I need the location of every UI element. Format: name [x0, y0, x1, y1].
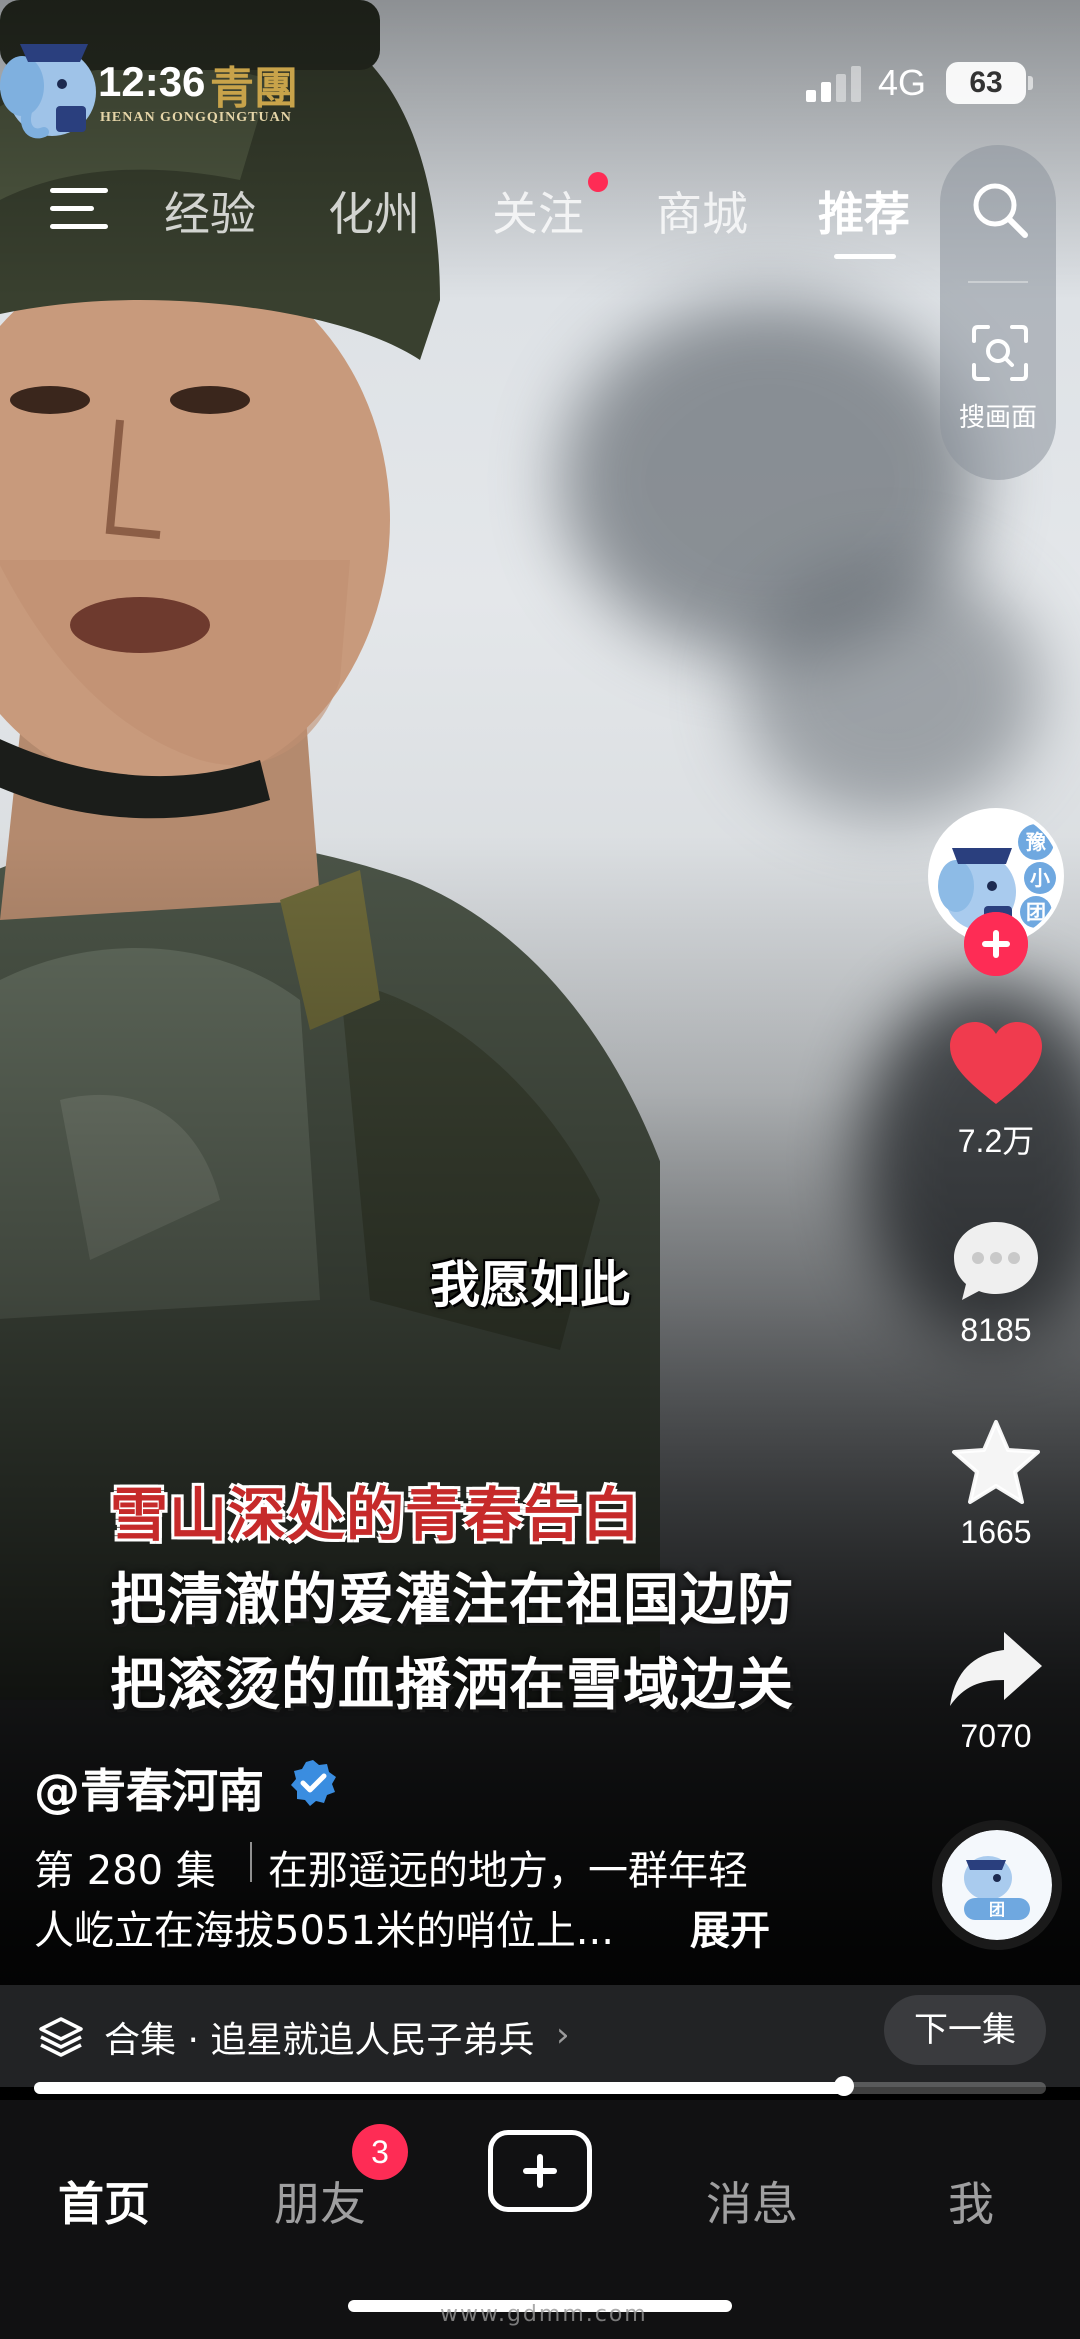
share-button[interactable]: 7070: [930, 1628, 1062, 1755]
site-watermark: www.gdmm.com: [440, 2302, 648, 2327]
comment-icon: [954, 1222, 1038, 1300]
comment-button[interactable]: 8185: [930, 1218, 1062, 1349]
description-line-1: 在那遥远的地方，一群年轻: [268, 1848, 748, 1894]
background-cloud: [740, 560, 1040, 820]
top-nav: 经验 化州 关注 商城 推荐: [0, 160, 1080, 260]
elephant-mascot-logo: [0, 44, 96, 139]
plus-icon-vertical: [537, 2154, 543, 2188]
tab-recommend[interactable]: 推荐: [818, 178, 910, 244]
episode-number: 第 280 集: [34, 1848, 216, 1894]
search-icon[interactable]: [970, 180, 1030, 240]
collection-label[interactable]: 合集 · 追星就追人民子弟兵: [104, 2011, 534, 2063]
avatar-char-3: 团: [1026, 900, 1046, 924]
next-episode-button[interactable]: 下一集: [884, 1995, 1046, 2065]
chevron-right-icon: ›: [556, 2015, 570, 2055]
expand-link[interactable]: 展开: [690, 1898, 770, 1956]
share-count: 7070: [960, 1718, 1032, 1754]
friends-badge: 3: [352, 2124, 408, 2180]
avatar-char-2: 小: [1030, 866, 1050, 890]
tab-mall[interactable]: 商城: [656, 178, 748, 244]
image-search-icon[interactable]: [970, 323, 1030, 383]
cellular-signal-icon: [806, 66, 861, 102]
share-arrow-icon: [950, 1632, 1042, 1706]
status-bar: 12:36 青團 HENAN GONGQINGTUAN 4G 63: [0, 0, 1080, 150]
follow-plus-button[interactable]: [964, 912, 1028, 976]
desc-separator: [250, 1842, 252, 1882]
progress-thumb[interactable]: [833, 2076, 854, 2096]
music-disc[interactable]: 团: [932, 1820, 1062, 1950]
battery-tip: [1028, 76, 1033, 90]
scan-label[interactable]: 搜画面: [940, 397, 1056, 434]
tab-me[interactable]: 我: [948, 2168, 994, 2234]
tab-following[interactable]: 关注: [492, 178, 584, 244]
disc-label: 团: [989, 1900, 1005, 1919]
comment-count: 8185: [960, 1312, 1032, 1348]
tab-huazhou[interactable]: 化州: [328, 178, 420, 244]
divider: [968, 281, 1028, 283]
video-title-line-1: 把清澈的爱灌注在祖国边防: [110, 1568, 794, 1633]
video-title-red: 雪山深处的青春告白: [110, 1481, 642, 1549]
tab-messages[interactable]: 消息: [706, 2168, 798, 2234]
like-button[interactable]: 7.2万: [930, 1020, 1062, 1162]
heart-icon: [950, 1022, 1042, 1104]
favorite-count: 1665: [960, 1514, 1032, 1550]
battery-indicator: 63: [946, 62, 1026, 104]
verified-badge-icon: [291, 1760, 336, 1806]
favorite-button[interactable]: 1665: [930, 1418, 1062, 1551]
like-count: 7.2万: [957, 1123, 1035, 1159]
menu-icon[interactable]: [50, 186, 108, 232]
elephant-disc-icon: 团: [942, 1830, 1052, 1940]
tab-jingyan[interactable]: 经验: [164, 178, 256, 244]
progress-fill: [34, 2082, 844, 2094]
avatar-char-1: 豫: [1026, 830, 1046, 854]
tab-friends[interactable]: 朋友: [274, 2168, 366, 2234]
create-button[interactable]: [488, 2130, 592, 2212]
network-type: 4G: [878, 62, 927, 103]
video-subtitle: 我愿如此: [430, 1256, 630, 1314]
status-time: 12:36: [98, 58, 206, 105]
collection-bar[interactable]: 合集 · 追星就追人民子弟兵 › 下一集: [0, 1985, 1080, 2087]
video-progress-bar[interactable]: [34, 2076, 1046, 2096]
star-icon: [952, 1420, 1040, 1504]
watermark-title: 青團: [210, 63, 298, 114]
layers-icon: [39, 2017, 83, 2057]
search-panel: 搜画面: [940, 145, 1056, 480]
notification-dot: [588, 172, 608, 192]
author-name[interactable]: @青春河南: [34, 1755, 264, 1821]
video-title-line-2: 把滚烫的血播洒在雪域边关: [110, 1653, 794, 1718]
active-tab-indicator: [834, 254, 896, 259]
description-line-2: 人屹立在海拔5051米的哨位上...: [34, 1908, 614, 1954]
watermark-subtitle: HENAN GONGQINGTUAN: [100, 110, 292, 125]
tab-home[interactable]: 首页: [58, 2168, 150, 2234]
